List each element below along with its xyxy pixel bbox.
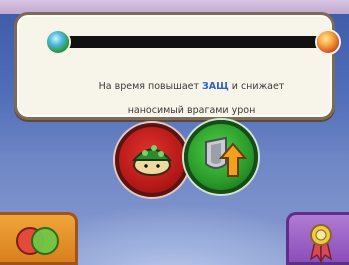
progress-bar: [53, 36, 327, 48]
description-line-2: наносимый врагами урон: [127, 105, 256, 116]
description-line-1: На время повышает ЗАЩ и снижает: [37, 81, 346, 92]
shield-up-arrow-icon: [205, 136, 248, 177]
left-menu-button[interactable]: [0, 212, 78, 265]
turtle-shell-icon: [131, 145, 173, 176]
stat-highlight: ЗАЩ: [202, 81, 229, 92]
right-menu-button[interactable]: [286, 212, 349, 265]
two-circles-icon: [16, 227, 59, 255]
defense-skill-button[interactable]: [184, 120, 258, 194]
medal-ribbon-icon: [309, 224, 333, 263]
fire-orb-icon: [317, 31, 339, 53]
green-orb-icon: [47, 31, 69, 53]
description-text-end: и снижает: [228, 81, 285, 92]
info-panel: На время повышает ЗАЩ и снижает наносимы…: [14, 12, 339, 120]
description-text-start: На время повышает: [98, 81, 203, 92]
turtle-skill-button[interactable]: [115, 123, 189, 197]
